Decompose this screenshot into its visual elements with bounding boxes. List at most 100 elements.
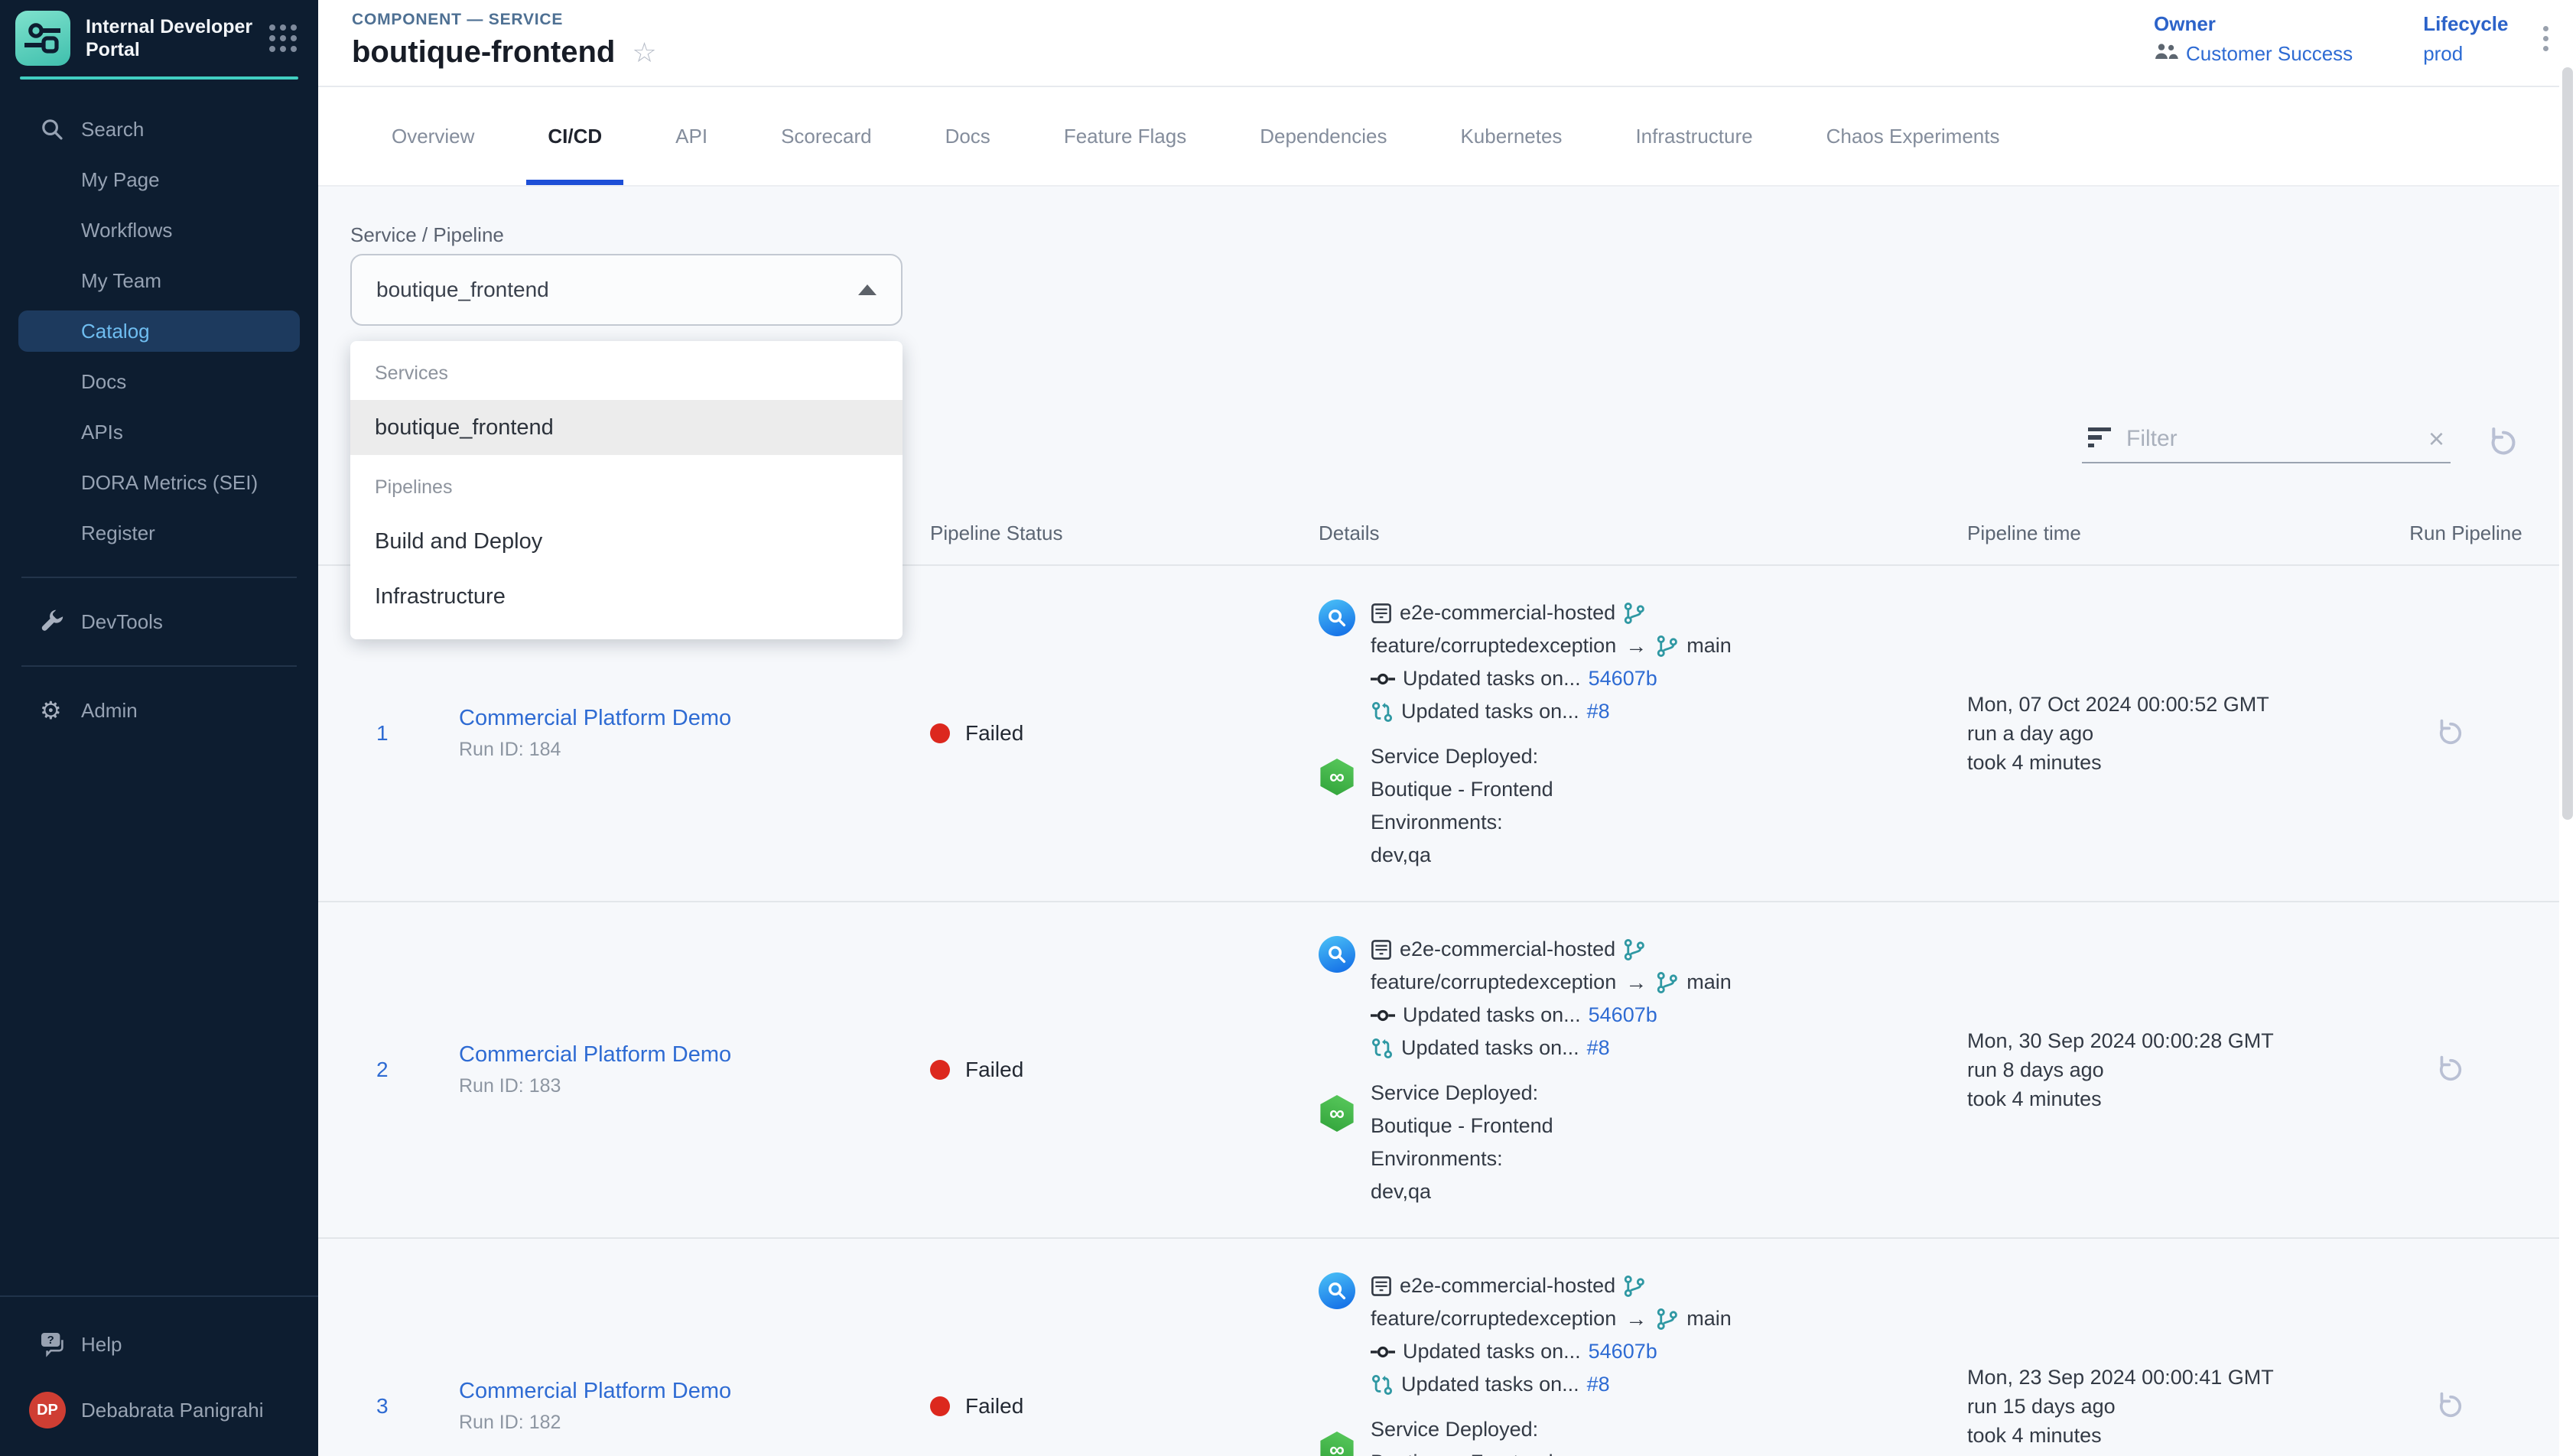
tab-kubernetes[interactable]: Kubernetes (1436, 87, 1586, 185)
sidebar-item-my-team[interactable]: My Team (0, 255, 318, 306)
filter-icon (2088, 427, 2111, 447)
tab-overview[interactable]: Overview (367, 87, 499, 185)
sidebar-item-label: Docs (81, 370, 126, 394)
tab-feature-flags[interactable]: Feature Flags (1039, 87, 1211, 185)
commit-hash-link[interactable]: 54607b (1589, 662, 1657, 695)
sidebar-item-search[interactable]: Search (0, 104, 318, 154)
wrench-icon (40, 609, 64, 634)
help-button[interactable]: ? Help (0, 1321, 318, 1367)
pipeline-table-body: 1 Commercial Platform Demo Run ID: 184 F… (318, 566, 2564, 1456)
tab-docs[interactable]: Docs (921, 87, 1015, 185)
git-commit-icon (1371, 671, 1395, 687)
table-row: 3 Commercial Platform Demo Run ID: 182 F… (318, 1239, 2564, 1456)
dropdown-group-pipelines: Pipelines (350, 455, 903, 514)
pull-request-icon (1371, 1036, 1394, 1061)
sidebar-item-my-page[interactable]: My Page (0, 154, 318, 205)
help-chat-icon: ? (40, 1331, 69, 1357)
commit-message: Updated tasks on... (1403, 662, 1581, 695)
search-icon (40, 117, 64, 141)
sidebar-item-dora-metrics[interactable]: DORA Metrics (SEI) (0, 457, 318, 508)
entity-kicker: COMPONENT — SERVICE (352, 11, 563, 29)
table-filter: × (2082, 416, 2451, 463)
sidebar-item-catalog[interactable]: Catalog (18, 310, 300, 352)
help-label: Help (81, 1333, 122, 1357)
target-branch: main (1686, 629, 1732, 662)
user-menu[interactable]: DP Debabrata Panigrahi (29, 1392, 318, 1428)
sidebar-item-label: Workflows (81, 219, 172, 242)
pr-number-link[interactable]: #8 (1587, 1368, 1610, 1401)
tab-dependencies[interactable]: Dependencies (1235, 87, 1411, 185)
commit-message: Updated tasks on... (1403, 1335, 1581, 1368)
git-branch-icon (1656, 634, 1679, 658)
sidebar-item-admin[interactable]: ⚙ Admin (0, 685, 318, 736)
pipeline-name-link[interactable]: Commercial Platform Demo (459, 1379, 912, 1404)
dropdown-option-infrastructure[interactable]: Infrastructure (350, 569, 903, 624)
commit-hash-link[interactable]: 54607b (1589, 1335, 1657, 1368)
deploy-label: Service Deployed: (1371, 1077, 1553, 1110)
tab-scorecard[interactable]: Scorecard (756, 87, 896, 185)
pipeline-select-value: boutique_frontend (376, 278, 858, 302)
run-index-link[interactable]: 2 (355, 1058, 441, 1082)
pull-request-icon (1371, 700, 1394, 724)
tab-chaos-experiments[interactable]: Chaos Experiments (1802, 87, 2025, 185)
sidebar-item-devtools[interactable]: DevTools (0, 596, 318, 647)
status-failed-dot-icon (930, 1396, 950, 1416)
sidebar-item-workflows[interactable]: Workflows (0, 205, 318, 255)
harness-idp-logo-icon (15, 11, 70, 66)
ci-stage-icon (1319, 936, 1355, 973)
pipeline-picker-label: Service / Pipeline (350, 223, 504, 247)
tab-api[interactable]: API (651, 87, 732, 185)
entity-meta: Owner Customer Success Lifecycle prod (2154, 12, 2508, 66)
cicd-content: Service / Pipeline boutique_frontend Ser… (318, 187, 2576, 1456)
run-details: e2e-commercial-hosted feature/corruptede… (1303, 902, 1946, 1237)
sidebar-item-label: DORA Metrics (SEI) (81, 471, 258, 495)
dropdown-option-boutique-frontend[interactable]: boutique_frontend (350, 400, 903, 455)
clear-filter-icon[interactable]: × (2422, 425, 2451, 453)
sidebar-item-docs[interactable]: Docs (0, 356, 318, 407)
filter-input[interactable] (2126, 426, 2422, 452)
status-failed-dot-icon (930, 1060, 950, 1080)
owner-link[interactable]: Customer Success (2186, 42, 2353, 66)
repository-icon (1371, 603, 1392, 624)
app-switcher-grid-icon[interactable] (269, 24, 297, 52)
sidebar-item-register[interactable]: Register (0, 508, 318, 558)
pipeline-time: Mon, 23 Sep 2024 00:00:41 GMT run 15 day… (1946, 1363, 2374, 1450)
more-options-kebab-icon[interactable] (2540, 23, 2552, 54)
sidebar-item-label: APIs (81, 421, 123, 444)
pr-message: Updated tasks on... (1401, 695, 1579, 728)
col-pipeline-status: Pipeline Status (912, 522, 1303, 545)
environments-label: Environments: (1371, 1142, 1553, 1175)
sidebar-item-label: Admin (81, 699, 138, 723)
refresh-table-button[interactable] (2486, 425, 2521, 466)
git-branch-icon (1656, 1307, 1679, 1331)
scrollbar-thumb[interactable] (2562, 67, 2573, 820)
deployed-service: Boutique - Frontend (1371, 773, 1553, 806)
entity-tabs: Overview CI/CD API Scorecard Docs Featur… (318, 87, 2576, 187)
pipeline-name-link[interactable]: Commercial Platform Demo (459, 1042, 912, 1068)
lifecycle-block: Lifecycle prod (2423, 12, 2508, 66)
dropdown-option-build-and-deploy[interactable]: Build and Deploy (350, 514, 903, 569)
target-branch: main (1686, 966, 1732, 999)
repo-name: e2e-commercial-hosted (1400, 596, 1615, 629)
sidebar-item-apis[interactable]: APIs (0, 407, 318, 457)
rerun-pipeline-button[interactable] (2435, 717, 2467, 749)
rerun-pipeline-button[interactable] (2435, 1054, 2467, 1086)
pipeline-select-dropdown: Services boutique_frontend Pipelines Bui… (350, 341, 903, 639)
commit-message: Updated tasks on... (1403, 999, 1581, 1032)
sidebar: Internal Developer Portal Search My Page… (0, 0, 318, 1456)
col-run-pipeline: Run Pipeline (2374, 522, 2527, 544)
commit-hash-link[interactable]: 54607b (1589, 999, 1657, 1032)
git-commit-icon (1371, 1007, 1395, 1024)
pipeline-name-link[interactable]: Commercial Platform Demo (459, 706, 912, 731)
pipeline-select[interactable]: boutique_frontend (350, 254, 903, 326)
run-id: Run ID: 184 (459, 739, 912, 761)
tab-cicd[interactable]: CI/CD (523, 87, 626, 185)
favorite-star-icon[interactable]: ☆ (632, 39, 656, 67)
run-index-link[interactable]: 3 (355, 1394, 441, 1419)
rerun-pipeline-button[interactable] (2435, 1390, 2467, 1422)
sidebar-item-label: Register (81, 522, 155, 545)
run-index-link[interactable]: 1 (355, 721, 441, 746)
tab-infrastructure[interactable]: Infrastructure (1611, 87, 1777, 185)
pr-number-link[interactable]: #8 (1587, 695, 1610, 728)
pr-number-link[interactable]: #8 (1587, 1032, 1610, 1064)
